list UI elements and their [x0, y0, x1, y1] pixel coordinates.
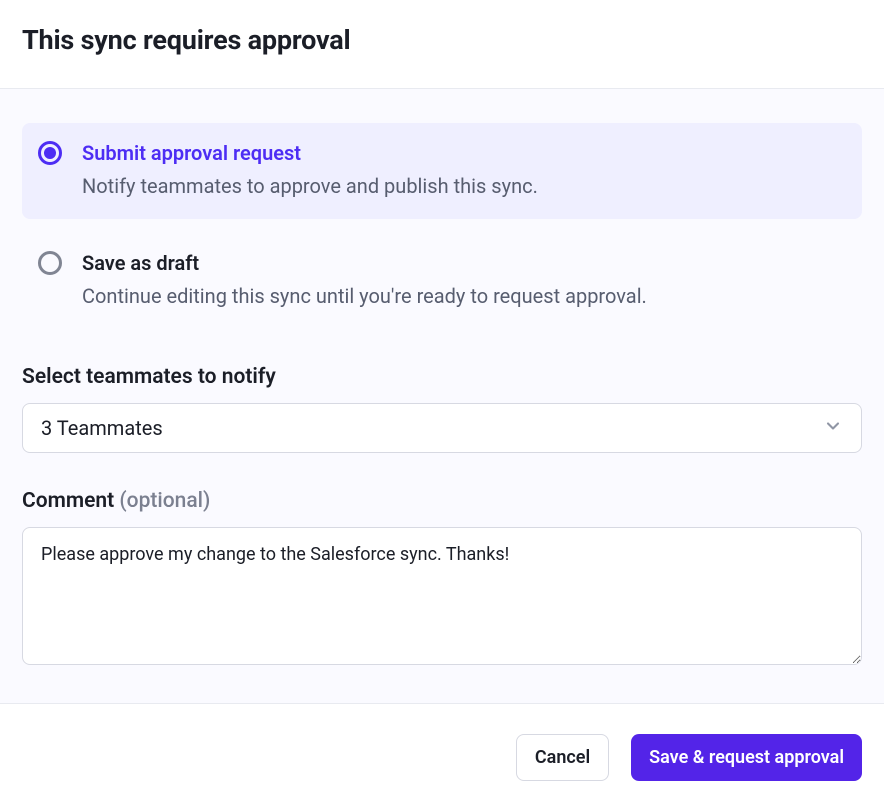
comment-textarea[interactable]	[22, 527, 862, 665]
radio-selected-icon	[38, 141, 62, 165]
chevron-down-icon	[823, 416, 843, 440]
option-draft-description: Continue editing this sync until you're …	[82, 281, 846, 311]
radio-unselected-icon	[38, 251, 62, 275]
option-submit-approval[interactable]: Submit approval request Notify teammates…	[22, 123, 862, 219]
cancel-button[interactable]: Cancel	[516, 734, 609, 781]
save-request-approval-button[interactable]: Save & request approval	[631, 734, 862, 781]
comment-optional-hint: (optional)	[119, 489, 210, 513]
teammates-select[interactable]: 3 Teammates	[22, 403, 862, 453]
option-save-draft[interactable]: Save as draft Continue editing this sync…	[22, 233, 862, 329]
teammates-label: Select teammates to notify	[22, 365, 862, 389]
comment-label: Comment (optional)	[22, 489, 862, 513]
option-submit-description: Notify teammates to approve and publish …	[82, 171, 846, 201]
option-submit-title: Submit approval request	[82, 139, 846, 167]
option-draft-title: Save as draft	[82, 249, 846, 277]
teammates-select-value: 3 Teammates	[41, 416, 163, 440]
page-title: This sync requires approval	[22, 24, 862, 56]
